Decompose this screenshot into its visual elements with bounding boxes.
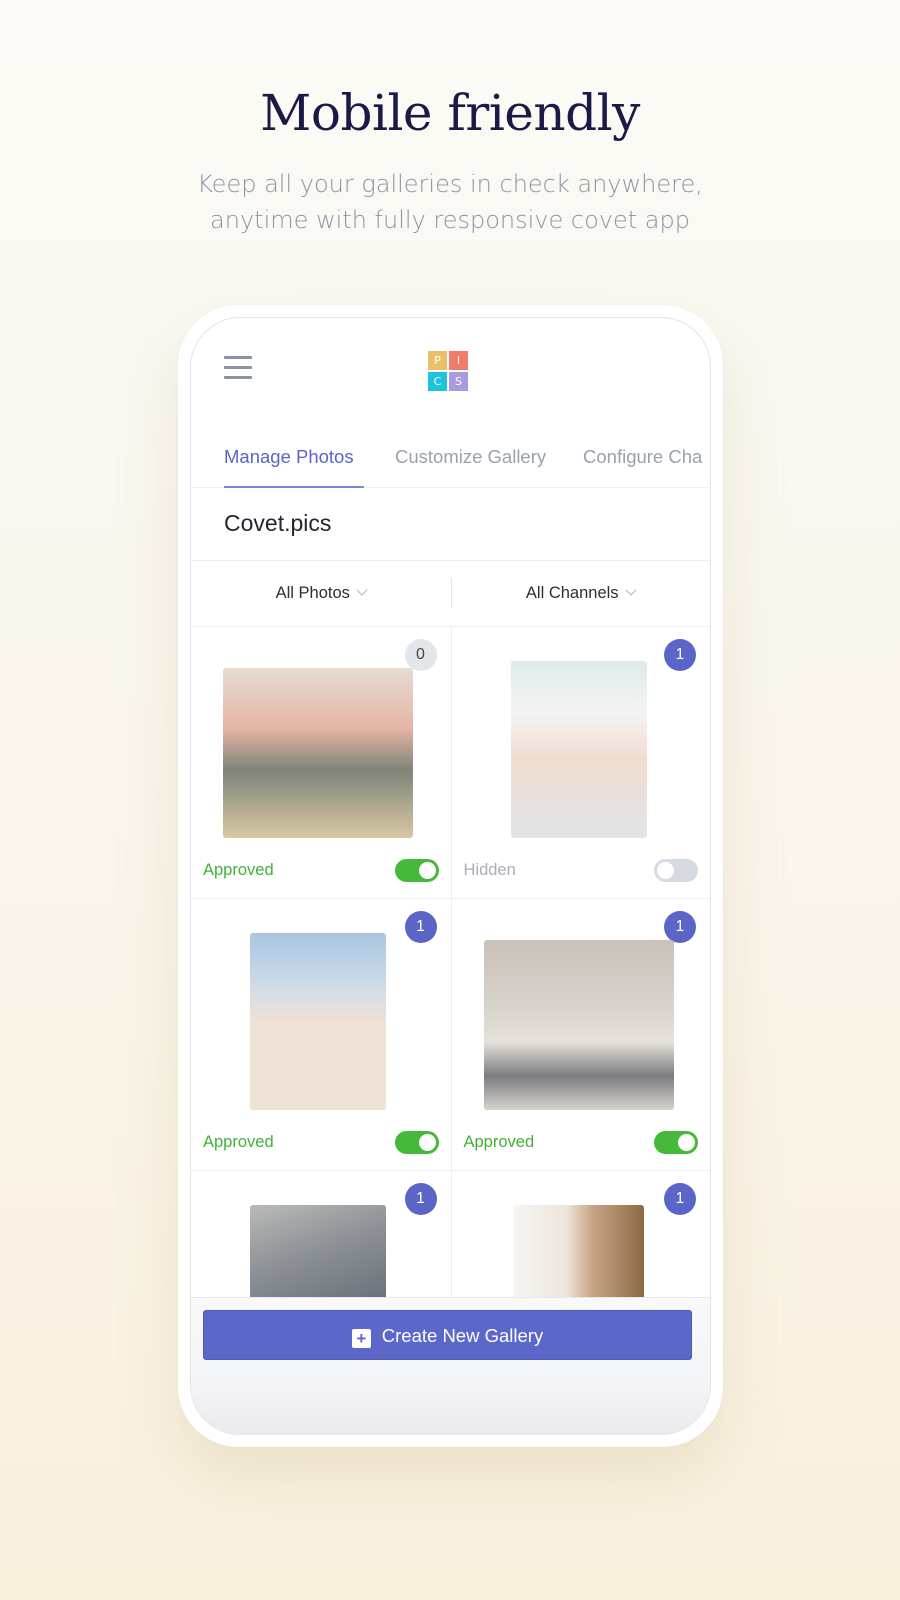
hero-subtitle: Keep all your galleries in check anywher… (0, 166, 900, 238)
phone-screen: P I C S Manage Photos Customize Gallery … (190, 317, 711, 1435)
logo-tile-s: S (449, 372, 468, 391)
photos-filter-dropdown[interactable]: All Photos (191, 561, 451, 627)
logo-tile-c: C (428, 372, 447, 391)
photo-card: 0 Approved (191, 627, 451, 899)
approve-toggle[interactable] (394, 1131, 439, 1154)
filter-bar: All Photos All Channels (191, 561, 710, 627)
photo-thumbnail[interactable] (223, 668, 413, 838)
approve-toggle[interactable] (394, 859, 439, 882)
chevron-down-icon (356, 584, 368, 596)
app-header: P I C S (191, 318, 710, 418)
count-badge: 1 (664, 911, 696, 943)
tab-customize-gallery[interactable]: Customize Gallery (395, 446, 546, 468)
photo-card: 1 Hidden (450, 627, 710, 899)
photo-status: Approved (203, 861, 274, 879)
count-badge: 1 (664, 639, 696, 671)
photo-grid: 0 Approved 1 Hidden 1 Approved 1 Approve… (191, 627, 710, 1434)
photo-thumbnail[interactable] (510, 661, 647, 838)
count-badge: 1 (404, 911, 437, 943)
photo-card: 1 Approved (191, 899, 451, 1171)
approve-toggle[interactable] (654, 859, 698, 882)
phone-frame: P I C S Manage Photos Customize Gallery … (178, 305, 723, 1447)
photo-status: Hidden (463, 861, 516, 879)
hamburger-menu-icon[interactable] (224, 356, 252, 380)
approve-toggle[interactable] (654, 1131, 698, 1154)
bottom-action-bar: + Create New Gallery (191, 1297, 710, 1434)
create-button-label: Create New Gallery (381, 1325, 544, 1346)
create-new-gallery-button[interactable]: + Create New Gallery (203, 1310, 692, 1360)
gallery-title-bar: Covet.pics (191, 488, 710, 561)
count-badge: 1 (664, 1183, 696, 1215)
photo-status: Approved (463, 1133, 535, 1151)
count-badge: 1 (404, 1183, 437, 1215)
count-badge: 0 (404, 639, 437, 671)
pics-logo: P I C S (428, 351, 468, 391)
photo-thumbnail[interactable] (483, 940, 674, 1110)
hero-subtitle-line-1: Keep all your galleries in check anywher… (197, 170, 703, 198)
plus-icon: + (351, 1329, 371, 1348)
photo-card: 1 Approved (450, 899, 710, 1171)
tab-manage-photos[interactable]: Manage Photos (224, 446, 354, 468)
tab-configure-channels[interactable]: Configure Cha (583, 446, 702, 468)
tab-bar: Manage Photos Customize Gallery Configur… (191, 418, 710, 488)
photo-status: Approved (203, 1133, 274, 1151)
hero-subtitle-line-2: anytime with fully responsive covet app (210, 206, 690, 234)
channels-filter-label: All Channels (525, 584, 619, 602)
chevron-down-icon (624, 584, 637, 596)
logo-tile-p: P (428, 351, 447, 370)
hero-title: Mobile friendly (260, 84, 640, 142)
photo-thumbnail[interactable] (250, 933, 386, 1110)
photos-filter-label: All Photos (275, 584, 350, 602)
logo-tile-i: I (449, 351, 468, 370)
gallery-name: Covet.pics (224, 510, 332, 536)
channels-filter-dropdown[interactable]: All Channels (451, 561, 711, 627)
